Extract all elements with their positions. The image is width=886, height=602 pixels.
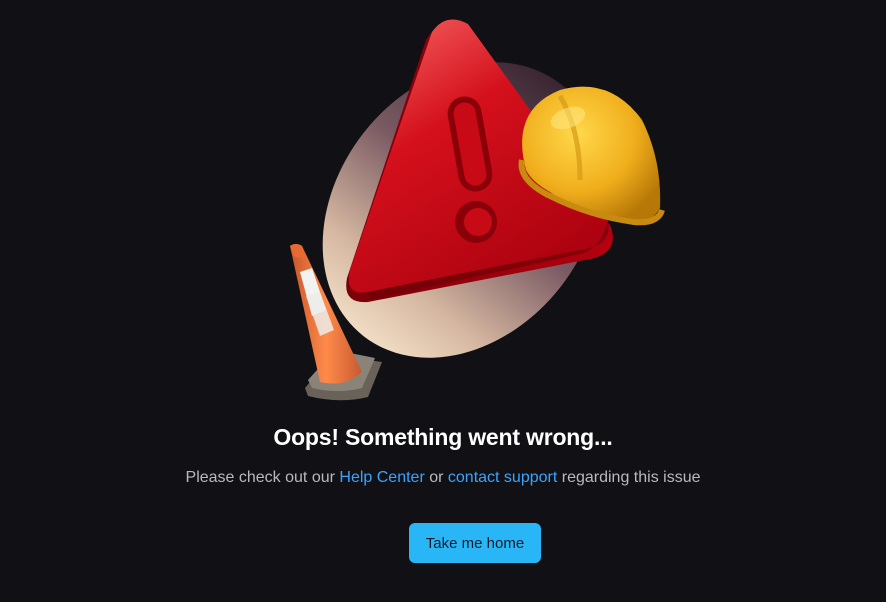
error-page: Oops! Something went wrong... Please che… xyxy=(0,0,886,602)
error-message: Please check out our Help Center or cont… xyxy=(0,469,886,487)
take-me-home-button[interactable]: Take me home xyxy=(409,523,541,563)
message-middle: or xyxy=(424,469,448,486)
error-title: Oops! Something went wrong... xyxy=(273,424,613,450)
message-suffix: regarding this issue xyxy=(557,469,701,486)
contact-support-link[interactable]: contact support xyxy=(448,469,557,486)
error-illustration xyxy=(290,19,665,401)
message-prefix: Please check out our xyxy=(185,469,340,486)
help-center-link[interactable]: Help Center xyxy=(339,469,424,486)
